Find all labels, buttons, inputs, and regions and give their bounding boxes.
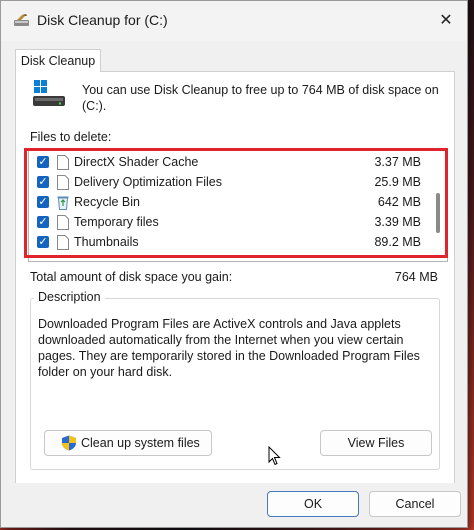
tab-panel: You can use Disk Cleanup to free up to 7…: [15, 71, 455, 485]
windows-drive-icon: [33, 80, 65, 106]
clean-up-system-files-label: Clean up system files: [81, 436, 200, 450]
intro-text: You can use Disk Cleanup to free up to 7…: [82, 83, 439, 113]
ok-button[interactable]: OK: [267, 491, 359, 517]
mouse-cursor-icon: [268, 446, 281, 466]
description-legend: Description: [34, 290, 105, 304]
annotation-highlight-box: [24, 148, 448, 258]
dialog-footer: OK Cancel: [1, 483, 467, 527]
total-space-label: Total amount of disk space you gain:: [30, 270, 233, 284]
clean-up-system-files-button[interactable]: Clean up system files: [44, 430, 212, 456]
disk-cleanup-dialog: Disk Cleanup for (C:) ✕ Disk Cleanup You…: [0, 0, 468, 528]
uac-shield-icon: [62, 435, 76, 451]
files-to-delete-label: Files to delete:: [30, 130, 112, 144]
description-text: Downloaded Program Files are ActiveX con…: [38, 317, 420, 379]
cancel-button[interactable]: Cancel: [369, 491, 461, 517]
window-title: Disk Cleanup for (C:): [37, 12, 168, 28]
tab-disk-cleanup[interactable]: Disk Cleanup: [15, 49, 101, 72]
total-space-value: 764 MB: [394, 270, 438, 284]
view-files-button[interactable]: View Files: [320, 430, 432, 456]
disk-cleanup-icon: [14, 14, 29, 26]
title-bar[interactable]: Disk Cleanup for (C:) ✕: [1, 1, 467, 41]
close-button[interactable]: ✕: [435, 11, 457, 31]
